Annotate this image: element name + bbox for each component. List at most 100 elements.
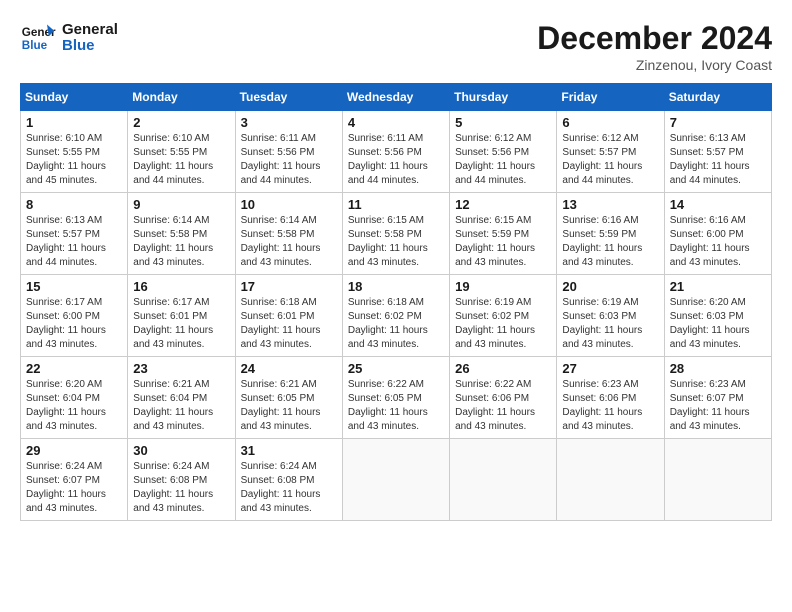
day-number: 23: [133, 361, 229, 376]
daylight-label: Daylight: 11 hours and 43 minutes.: [455, 325, 535, 350]
day-info: Sunrise: 6:14 AM Sunset: 5:58 PM Dayligh…: [241, 214, 337, 270]
day-cell-21: 21 Sunrise: 6:20 AM Sunset: 6:03 PM Dayl…: [664, 275, 771, 357]
daylight-label: Daylight: 11 hours and 43 minutes.: [562, 243, 642, 268]
day-info: Sunrise: 6:24 AM Sunset: 6:08 PM Dayligh…: [133, 460, 229, 516]
sunrise-label: Sunrise: 6:11 AM: [348, 133, 423, 144]
daylight-label: Daylight: 11 hours and 43 minutes.: [241, 407, 321, 432]
day-cell-20: 20 Sunrise: 6:19 AM Sunset: 6:03 PM Dayl…: [557, 275, 664, 357]
day-number: 17: [241, 279, 337, 294]
sunset-label: Sunset: 6:00 PM: [26, 311, 100, 322]
month-title: December 2024: [537, 20, 772, 57]
day-number: 1: [26, 115, 122, 130]
day-info: Sunrise: 6:11 AM Sunset: 5:56 PM Dayligh…: [348, 132, 444, 188]
col-header-thursday: Thursday: [450, 84, 557, 111]
empty-cell: [450, 439, 557, 521]
sunrise-label: Sunrise: 6:19 AM: [455, 297, 531, 308]
daylight-label: Daylight: 11 hours and 43 minutes.: [670, 325, 750, 350]
day-number: 22: [26, 361, 122, 376]
sunset-label: Sunset: 5:56 PM: [348, 147, 422, 158]
sunset-label: Sunset: 6:06 PM: [562, 393, 636, 404]
day-info: Sunrise: 6:16 AM Sunset: 5:59 PM Dayligh…: [562, 214, 658, 270]
sunrise-label: Sunrise: 6:15 AM: [455, 215, 531, 226]
day-number: 30: [133, 443, 229, 458]
daylight-label: Daylight: 11 hours and 43 minutes.: [670, 243, 750, 268]
day-info: Sunrise: 6:12 AM Sunset: 5:56 PM Dayligh…: [455, 132, 551, 188]
sunrise-label: Sunrise: 6:19 AM: [562, 297, 638, 308]
daylight-label: Daylight: 11 hours and 44 minutes.: [562, 161, 642, 186]
sunrise-label: Sunrise: 6:13 AM: [670, 133, 746, 144]
daylight-label: Daylight: 11 hours and 43 minutes.: [133, 407, 213, 432]
sunset-label: Sunset: 6:08 PM: [241, 475, 315, 486]
day-info: Sunrise: 6:13 AM Sunset: 5:57 PM Dayligh…: [26, 214, 122, 270]
day-info: Sunrise: 6:21 AM Sunset: 6:05 PM Dayligh…: [241, 378, 337, 434]
day-info: Sunrise: 6:15 AM Sunset: 5:59 PM Dayligh…: [455, 214, 551, 270]
daylight-label: Daylight: 11 hours and 43 minutes.: [562, 325, 642, 350]
sunrise-label: Sunrise: 6:22 AM: [455, 379, 531, 390]
sunrise-label: Sunrise: 6:10 AM: [26, 133, 102, 144]
col-header-sunday: Sunday: [21, 84, 128, 111]
sunrise-label: Sunrise: 6:17 AM: [26, 297, 102, 308]
day-info: Sunrise: 6:22 AM Sunset: 6:06 PM Dayligh…: [455, 378, 551, 434]
day-number: 19: [455, 279, 551, 294]
day-info: Sunrise: 6:18 AM Sunset: 6:02 PM Dayligh…: [348, 296, 444, 352]
day-number: 9: [133, 197, 229, 212]
sunrise-label: Sunrise: 6:21 AM: [133, 379, 209, 390]
location-subtitle: Zinzenou, Ivory Coast: [537, 57, 772, 73]
daylight-label: Daylight: 11 hours and 43 minutes.: [26, 325, 106, 350]
day-cell-22: 22 Sunrise: 6:20 AM Sunset: 6:04 PM Dayl…: [21, 357, 128, 439]
day-info: Sunrise: 6:21 AM Sunset: 6:04 PM Dayligh…: [133, 378, 229, 434]
day-cell-12: 12 Sunrise: 6:15 AM Sunset: 5:59 PM Dayl…: [450, 193, 557, 275]
day-number: 12: [455, 197, 551, 212]
sunset-label: Sunset: 6:04 PM: [26, 393, 100, 404]
day-number: 15: [26, 279, 122, 294]
sunrise-label: Sunrise: 6:15 AM: [348, 215, 424, 226]
daylight-label: Daylight: 11 hours and 43 minutes.: [670, 407, 750, 432]
day-info: Sunrise: 6:12 AM Sunset: 5:57 PM Dayligh…: [562, 132, 658, 188]
logo-line2: Blue: [62, 38, 118, 55]
day-number: 2: [133, 115, 229, 130]
sunrise-label: Sunrise: 6:17 AM: [133, 297, 209, 308]
daylight-label: Daylight: 11 hours and 43 minutes.: [455, 243, 535, 268]
day-cell-2: 2 Sunrise: 6:10 AM Sunset: 5:55 PM Dayli…: [128, 111, 235, 193]
sunset-label: Sunset: 6:07 PM: [26, 475, 100, 486]
sunrise-label: Sunrise: 6:23 AM: [670, 379, 746, 390]
logo-icon: General Blue: [20, 20, 56, 56]
sunset-label: Sunset: 6:02 PM: [455, 311, 529, 322]
day-info: Sunrise: 6:24 AM Sunset: 6:07 PM Dayligh…: [26, 460, 122, 516]
daylight-label: Daylight: 11 hours and 43 minutes.: [26, 489, 106, 514]
sunrise-label: Sunrise: 6:12 AM: [455, 133, 531, 144]
sunset-label: Sunset: 5:57 PM: [562, 147, 636, 158]
day-number: 29: [26, 443, 122, 458]
sunset-label: Sunset: 6:08 PM: [133, 475, 207, 486]
empty-cell: [342, 439, 449, 521]
sunset-label: Sunset: 5:56 PM: [455, 147, 529, 158]
day-cell-19: 19 Sunrise: 6:19 AM Sunset: 6:02 PM Dayl…: [450, 275, 557, 357]
daylight-label: Daylight: 11 hours and 43 minutes.: [348, 325, 428, 350]
daylight-label: Daylight: 11 hours and 43 minutes.: [133, 243, 213, 268]
daylight-label: Daylight: 11 hours and 44 minutes.: [241, 161, 321, 186]
col-header-friday: Friday: [557, 84, 664, 111]
sunrise-label: Sunrise: 6:16 AM: [562, 215, 638, 226]
sunrise-label: Sunrise: 6:22 AM: [348, 379, 424, 390]
day-cell-1: 1 Sunrise: 6:10 AM Sunset: 5:55 PM Dayli…: [21, 111, 128, 193]
sunset-label: Sunset: 6:00 PM: [670, 229, 744, 240]
day-cell-30: 30 Sunrise: 6:24 AM Sunset: 6:08 PM Dayl…: [128, 439, 235, 521]
daylight-label: Daylight: 11 hours and 44 minutes.: [133, 161, 213, 186]
daylight-label: Daylight: 11 hours and 43 minutes.: [133, 325, 213, 350]
daylight-label: Daylight: 11 hours and 43 minutes.: [348, 243, 428, 268]
day-info: Sunrise: 6:19 AM Sunset: 6:02 PM Dayligh…: [455, 296, 551, 352]
day-cell-10: 10 Sunrise: 6:14 AM Sunset: 5:58 PM Dayl…: [235, 193, 342, 275]
sunrise-label: Sunrise: 6:24 AM: [241, 461, 317, 472]
daylight-label: Daylight: 11 hours and 43 minutes.: [241, 243, 321, 268]
day-info: Sunrise: 6:17 AM Sunset: 6:01 PM Dayligh…: [133, 296, 229, 352]
day-info: Sunrise: 6:24 AM Sunset: 6:08 PM Dayligh…: [241, 460, 337, 516]
day-number: 26: [455, 361, 551, 376]
sunset-label: Sunset: 6:07 PM: [670, 393, 744, 404]
sunset-label: Sunset: 5:55 PM: [26, 147, 100, 158]
col-header-monday: Monday: [128, 84, 235, 111]
sunset-label: Sunset: 5:59 PM: [455, 229, 529, 240]
day-info: Sunrise: 6:19 AM Sunset: 6:03 PM Dayligh…: [562, 296, 658, 352]
daylight-label: Daylight: 11 hours and 43 minutes.: [348, 407, 428, 432]
col-header-wednesday: Wednesday: [342, 84, 449, 111]
day-cell-18: 18 Sunrise: 6:18 AM Sunset: 6:02 PM Dayl…: [342, 275, 449, 357]
